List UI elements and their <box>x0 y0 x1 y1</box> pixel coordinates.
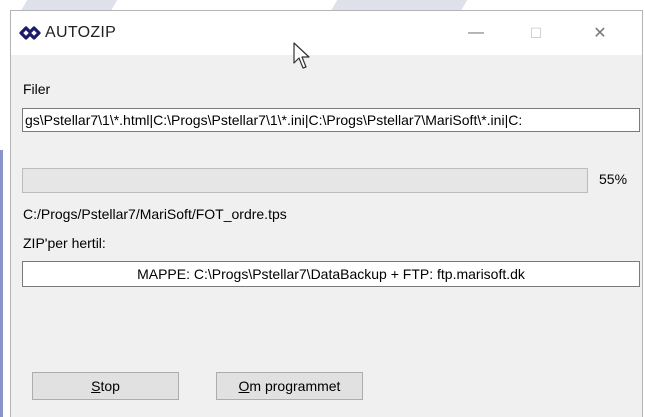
stop-button-label: top <box>100 378 120 394</box>
window-title: AUTOZIP <box>45 24 117 41</box>
about-button-label: m programmet <box>249 378 341 394</box>
background-accent <box>0 150 3 417</box>
minimize-button[interactable]: — <box>453 11 499 55</box>
close-button[interactable]: ✕ <box>577 11 623 55</box>
app-logo-icon <box>19 26 41 40</box>
target-label: ZIP'per hertil: <box>23 235 106 251</box>
mouse-cursor-icon <box>293 42 310 69</box>
target-destination-field: MAPPE: C:\Progs\Pstellar7\DataBackup + F… <box>22 261 640 287</box>
progress-bar <box>22 168 588 193</box>
files-label: Filer <box>23 81 51 97</box>
screen: AUTOZIP — ☐ ✕ Filer gs\Pstellar7\1\*.htm… <box>0 0 645 417</box>
stop-button-accel: S <box>91 378 101 394</box>
about-program-button[interactable]: Om programmet <box>216 372 363 400</box>
maximize-button[interactable]: ☐ <box>513 11 559 55</box>
progress-percent: 55% <box>599 171 628 187</box>
autozip-window: AUTOZIP — ☐ ✕ Filer gs\Pstellar7\1\*.htm… <box>10 10 643 417</box>
current-file-path: C:/Progs/Pstellar7/MariSoft/FOT_ordre.tp… <box>23 206 287 222</box>
files-input[interactable]: gs\Pstellar7\1\*.html|C:\Progs\Pstellar7… <box>22 108 640 132</box>
about-button-accel: O <box>238 378 250 394</box>
background-strip <box>0 0 8 417</box>
stop-button[interactable]: Stop <box>32 372 179 400</box>
title-bar[interactable]: AUTOZIP — ☐ ✕ <box>11 11 642 69</box>
progress-bar-fill <box>23 169 334 192</box>
